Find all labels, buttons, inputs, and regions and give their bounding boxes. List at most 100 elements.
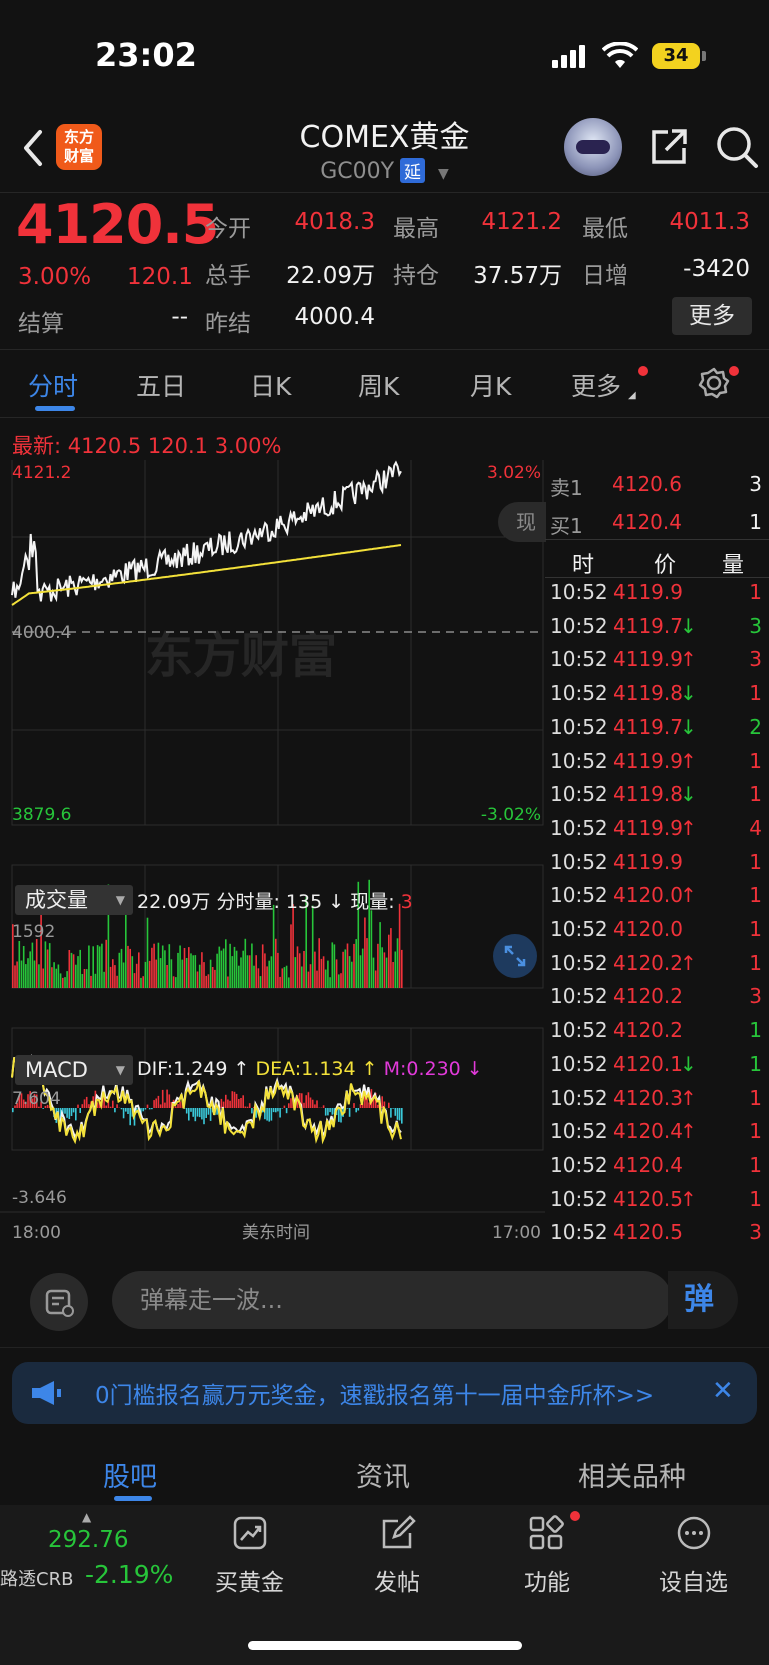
nav-add-watchlist[interactable]: 设自选 — [659, 1563, 728, 1597]
share-icon[interactable] — [648, 126, 690, 168]
volume-bar — [248, 955, 251, 988]
volume-indicator-select[interactable]: 成交量 ▼ — [15, 885, 133, 915]
volume-bar — [285, 965, 288, 988]
trade-price: 4120.5 — [613, 1186, 683, 1211]
volume-bar — [31, 942, 34, 988]
macd-bar — [233, 1091, 236, 1108]
macd-bar — [394, 1108, 397, 1116]
settings-gear-icon[interactable] — [697, 366, 731, 400]
volume-bar — [148, 960, 151, 988]
macd-bar — [281, 1108, 284, 1109]
volume-bar — [316, 970, 318, 988]
settlement-value: -- — [171, 304, 188, 330]
tab-forum[interactable]: 股吧 — [103, 1455, 157, 1494]
tab-daily-k[interactable]: 日K — [250, 367, 291, 403]
volume-bar — [64, 977, 66, 988]
volume-bar — [205, 975, 207, 988]
danmu-settings-button[interactable] — [30, 1273, 88, 1331]
trade-time: 10:52 — [550, 1085, 608, 1110]
volume-bar — [320, 958, 323, 988]
volume-total: 22.09万 — [137, 891, 211, 913]
down-arrow-icon: ↓ — [328, 891, 345, 913]
current-price-tag[interactable]: 现 — [498, 502, 546, 542]
tab-five-day[interactable]: 五日 — [136, 367, 186, 403]
functions-grid-icon[interactable] — [528, 1515, 564, 1551]
volume-bar — [392, 962, 394, 988]
settings-badge — [729, 366, 739, 376]
macd-bar — [381, 1096, 383, 1108]
bid1-price: 4120.4 — [612, 510, 682, 534]
tick-volume-label: 分时量: — [216, 891, 280, 913]
volume-bar — [103, 971, 105, 988]
macd-bar — [203, 1108, 205, 1125]
volume-bar — [88, 945, 90, 988]
volume-bar — [179, 945, 181, 988]
compose-icon[interactable] — [380, 1515, 416, 1551]
volume-bar — [18, 941, 21, 988]
volume-bar — [301, 966, 303, 988]
pct-axis-bottom-label: -3.02% — [481, 805, 541, 825]
intraday-chart[interactable]: 东方财富 4121.2 4000.4 3879.6 3.02% -3.02% 1… — [0, 460, 545, 1250]
expand-chart-button[interactable] — [493, 934, 537, 978]
trade-qty: 1 — [749, 1152, 762, 1177]
volume-bar — [140, 977, 142, 988]
trades-header-price: 价 — [654, 553, 677, 578]
macd-bar — [120, 1108, 123, 1110]
volume-bar — [144, 961, 147, 988]
macd-bar — [246, 1106, 249, 1108]
macd-bar — [146, 1104, 149, 1108]
tab-more[interactable]: 更多 — [571, 367, 621, 403]
buy-gold-icon[interactable] — [232, 1515, 268, 1551]
ticker-pct[interactable]: -2.19% — [85, 1560, 173, 1589]
macd-bar — [277, 1108, 279, 1112]
trade-row: 10:52 4120.2 3 — [545, 984, 769, 1017]
volume-max-label: 1592 — [12, 922, 55, 942]
tab-news[interactable]: 资讯 — [356, 1455, 410, 1494]
volume-bar — [311, 905, 314, 988]
volume-bar — [190, 953, 192, 988]
macd-bar — [185, 1108, 188, 1114]
x-axis-end-label: 17:00 — [492, 1223, 541, 1243]
y-axis-bottom-label: 3879.6 — [12, 805, 71, 825]
volume-bar — [118, 952, 121, 988]
tab-monthly-k[interactable]: 月K — [470, 367, 511, 403]
volume-bar — [127, 945, 129, 988]
volume-bar — [246, 955, 249, 988]
macd-bar — [188, 1108, 190, 1121]
trade-row: 10:52 4119.9 1 — [545, 580, 769, 613]
search-icon[interactable] — [714, 124, 760, 170]
macd-indicator-select[interactable]: MACD ▼ — [15, 1055, 133, 1085]
macd-bar — [122, 1108, 125, 1119]
ticker-name[interactable]: 路透CRB — [0, 1565, 73, 1591]
trade-time: 10:52 — [550, 1119, 608, 1144]
macd-bar — [105, 1105, 107, 1108]
volume-bar — [105, 939, 107, 988]
trade-time: 10:52 — [550, 714, 608, 739]
ticker-value[interactable]: 292.76 — [48, 1527, 128, 1553]
trade-row: 10:52 4119.9 ↑ 4 — [545, 816, 769, 849]
macd-bar — [161, 1089, 164, 1108]
trade-time: 10:52 — [550, 1051, 608, 1076]
macd-bar — [366, 1098, 368, 1108]
tab-related[interactable]: 相关品种 — [578, 1455, 686, 1494]
more-circle-icon[interactable] — [676, 1515, 712, 1551]
tab-weekly-k[interactable]: 周K — [358, 367, 399, 403]
tab-intraday[interactable]: 分时 — [28, 367, 78, 403]
volume-bar — [138, 952, 140, 988]
macd-bar — [285, 1108, 288, 1114]
danmu-toggle-button[interactable]: 弹 — [668, 1271, 738, 1329]
trade-row: 10:52 4119.8 ↓ 1 — [545, 782, 769, 815]
nav-post[interactable]: 发帖 — [374, 1563, 420, 1597]
danmu-input[interactable]: 弹幕走一波... — [112, 1271, 672, 1329]
volume-bar — [51, 967, 53, 988]
nav-buy-gold[interactable]: 买黄金 — [215, 1563, 284, 1597]
close-icon[interactable]: ✕ — [712, 1376, 734, 1406]
trade-direction-icon: ↓ — [680, 714, 697, 739]
trade-qty: 1 — [749, 748, 762, 773]
promo-text[interactable]: 0门槛报名赢万元奖金，速戳报名第十一届中金所杯>> — [95, 1376, 654, 1410]
volume-bar — [348, 956, 351, 988]
current-volume-label: 现量: — [350, 891, 395, 913]
more-quote-button[interactable]: 更多 — [672, 297, 752, 335]
nav-functions[interactable]: 功能 — [524, 1563, 570, 1597]
macd-bar — [79, 1108, 81, 1113]
